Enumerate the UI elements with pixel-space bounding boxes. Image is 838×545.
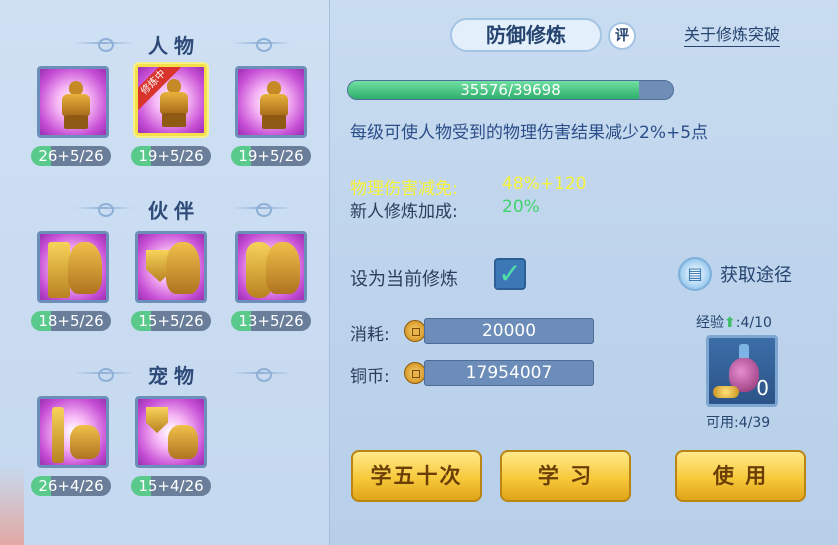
training-type-title: 防御修炼 (450, 18, 602, 52)
golden-warrior-meditating-icon (58, 81, 94, 129)
skill-slot-pet-1[interactable] (37, 396, 109, 468)
golden-warrior-standing-icon (256, 81, 292, 129)
exp-item-slot[interactable]: 0 (706, 335, 778, 407)
skill-slot-partner-3[interactable] (235, 231, 307, 303)
skill-level: 13+5/26 (231, 311, 311, 331)
coin-icon (404, 362, 426, 384)
use-button[interactable]: 使 用 (675, 450, 806, 502)
item-count: 0 (756, 376, 769, 400)
training-description: 每级可使人物受到的物理伤害结果减少2%+5点 (350, 123, 709, 143)
up-arrow-icon: ⬆ (724, 315, 736, 331)
skill-level: 18+5/26 (31, 311, 111, 331)
progress-text: 35576/39698 (460, 81, 561, 99)
skill-level: 15+5/26 (131, 311, 211, 331)
lion-icon (68, 242, 102, 294)
title-ornament (232, 38, 292, 52)
get-source-label: 获取途径 (720, 265, 792, 286)
skill-level: 19+5/26 (131, 146, 211, 166)
copper-value: 17954007 (424, 360, 594, 386)
learn-button[interactable]: 学 习 (500, 450, 631, 502)
set-current-training-label: 设为当前修炼 (350, 269, 458, 290)
training-progress-bar: 35576/39698 (347, 80, 674, 100)
skill-level: 26+5/26 (31, 146, 111, 166)
get-source-button[interactable]: ▤ 获取途径 (678, 256, 792, 292)
set-current-training-checkbox[interactable]: ✓ (494, 258, 526, 290)
sword-icon (52, 407, 64, 463)
title-ornament (232, 203, 292, 217)
learn-fifty-times-button[interactable]: 学五十次 (351, 450, 482, 502)
review-button[interactable]: 评 (608, 22, 636, 50)
coin-icon (404, 320, 426, 342)
skill-slot-partner-1[interactable] (37, 231, 109, 303)
stat-reduction-label: 物理伤害减免: (350, 179, 458, 199)
lion-icon (266, 242, 300, 294)
corner-ornament (0, 465, 24, 545)
section-title-pet: 宠物 (148, 364, 200, 388)
title-ornament (74, 38, 134, 52)
skill-slot-character-2[interactable]: 修炼中 (135, 64, 207, 136)
skill-level: 15+4/26 (131, 476, 211, 496)
exp-value: :4/10 (735, 315, 772, 331)
shield-icon (146, 407, 168, 433)
stat-reduction-value: 48%+120 (502, 174, 587, 194)
exp-label-text: 经验 (696, 315, 724, 331)
skill-slot-partner-2[interactable] (135, 231, 207, 303)
exp-label: 经验⬆:4/10 (696, 312, 772, 332)
skill-level: 26+4/26 (31, 476, 111, 496)
cat-icon (70, 425, 100, 459)
vase-icon (729, 344, 759, 392)
available-count: 可用:4/39 (706, 415, 771, 431)
title-ornament (74, 368, 134, 382)
skill-slot-pet-2[interactable] (135, 396, 207, 468)
consume-value: 20000 (424, 318, 594, 344)
section-title-character: 人物 (148, 34, 200, 58)
sword-icon (48, 242, 70, 298)
lion-icon (166, 242, 200, 294)
skill-slot-character-1[interactable] (37, 66, 109, 138)
skill-slot-character-3[interactable] (235, 66, 307, 138)
copper-label: 铜币: (350, 367, 390, 387)
title-ornament (232, 368, 292, 382)
section-title-partner: 伙伴 (148, 199, 200, 223)
stat-newbie-value: 20% (502, 197, 540, 217)
skill-level: 19+5/26 (231, 146, 311, 166)
stat-newbie-label: 新人修炼加成: (350, 202, 458, 222)
book-icon: ▤ (678, 257, 712, 291)
checkmark-icon: ✓ (498, 257, 522, 290)
gold-coins-icon (713, 386, 739, 398)
breakthrough-info-link[interactable]: 关于修炼突破 (684, 24, 781, 47)
cat-icon (168, 425, 198, 459)
training-category-panel: 人物 26+5/26 修炼中 19+5/26 19+5/26 伙伴 18+5/2… (0, 0, 330, 545)
consume-label: 消耗: (350, 325, 390, 345)
title-ornament (74, 203, 134, 217)
